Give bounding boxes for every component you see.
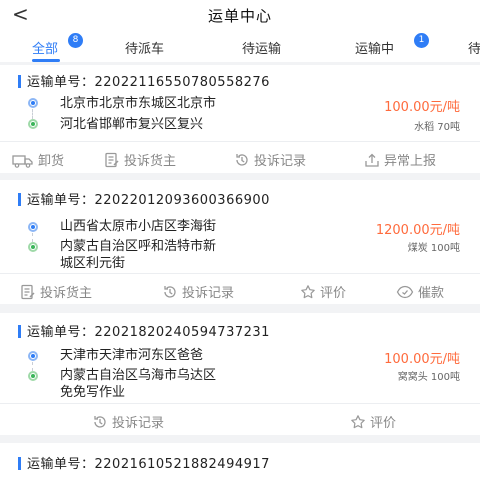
destination-dot-icon [28, 371, 38, 381]
tab-all-badge: 8 [68, 33, 83, 48]
rate-button[interactable]: 评价 [350, 412, 396, 431]
truck-icon [12, 155, 33, 168]
action-label: 卸货 [38, 154, 65, 169]
upload-icon [365, 153, 379, 167]
waybill-value: 2202201209360036690​0 [94, 193, 270, 208]
cargo-info: 煤炭 100吨 [407, 243, 460, 254]
route-line [32, 362, 33, 371]
complaint-history-button[interactable]: 投诉记录 [234, 150, 306, 169]
history-icon [164, 286, 176, 298]
rate-button[interactable]: 评价 [300, 282, 346, 301]
cargo-info: 水稻 70吨 [414, 122, 460, 133]
history-icon [94, 416, 106, 428]
complaint-icon [21, 284, 35, 300]
tab-in-transit[interactable]: 运输中 [355, 38, 394, 57]
action-label: 投诉货主 [40, 286, 93, 301]
origin-address: 北京市北京市东城区北京市 [60, 96, 217, 111]
order-card[interactable]: 运输单号：2202161052188249491​7 [0, 443, 480, 480]
destination-address-line-1: 内蒙古自治区呼和浩特市新 [60, 239, 217, 254]
destination-address-line-2: 免免写作业 [60, 385, 126, 400]
destination-address-line-2: 城区利元街 [60, 256, 126, 271]
waybill-label: 运输单号： [27, 75, 95, 90]
origin-address: 天津市天津市河东区爸爸 [60, 348, 204, 363]
origin-dot-icon [28, 222, 38, 232]
action-label: 评价 [320, 286, 347, 301]
order-card[interactable]: 运输单号：2202211655078055827​6 北京市北京市东城区北京市 … [0, 65, 480, 173]
rating-icon [301, 285, 315, 299]
divider [0, 403, 480, 404]
tab-pending-transport[interactable]: 待运输 [242, 38, 281, 57]
active-tab-indicator [32, 59, 60, 62]
complain-shipper-button[interactable]: 投诉货主 [20, 282, 92, 301]
tab-in-transit-badge: 1 [414, 33, 429, 48]
order-card[interactable]: 运输单号：2202201209360036690​0 山西省太原市小店区李海街 … [0, 180, 480, 304]
report-exception-button[interactable]: 异常上报 [364, 150, 436, 169]
waybill-number: 运输单号：2202211655078055827​6 [18, 71, 270, 90]
action-label: 评价 [370, 416, 397, 431]
action-label: 投诉记录 [182, 286, 235, 301]
rating-icon [351, 415, 365, 429]
destination-dot-icon [28, 242, 38, 252]
app-header: < 运单中心 [0, 0, 480, 30]
action-label: 投诉记录 [254, 154, 307, 169]
waybill-number: 运输单号：2202201209360036690​0 [18, 189, 270, 208]
complaint-icon [105, 152, 119, 168]
waybill-label: 运输单号： [27, 193, 95, 208]
route-line [32, 233, 33, 242]
complaint-history-button[interactable]: 投诉记录 [162, 282, 234, 301]
divider [0, 141, 480, 142]
origin-dot-icon [28, 98, 38, 108]
action-label: 投诉记录 [112, 416, 165, 431]
status-tabs: 全部 8 待派车 待运输 运输中 1 待 [0, 30, 480, 62]
waybill-number: 运输单号：2202161052188249491​7 [18, 453, 270, 472]
waybill-label: 运输单号： [27, 325, 95, 340]
divider [0, 273, 480, 274]
unload-button[interactable]: 卸货 [12, 150, 64, 169]
origin-address: 山西省太原市小店区李海街 [60, 219, 217, 234]
freight-price: 100.00元/吨 [384, 352, 460, 367]
order-card[interactable]: 运输单号：2202182024059473723​1 天津市天津市河东区爸爸 内… [0, 313, 480, 435]
tab-more[interactable]: 待 [468, 38, 480, 57]
waybill-value: 2202161052188249491​7 [94, 457, 270, 472]
payment-reminder-button[interactable]: 催款 [396, 282, 444, 301]
freight-price: 100.00元/吨 [384, 100, 460, 115]
action-label: 投诉货主 [124, 154, 177, 169]
history-icon [236, 154, 248, 166]
complain-shipper-button[interactable]: 投诉货主 [104, 150, 176, 169]
tab-all[interactable]: 全部 [32, 38, 58, 57]
route-line [32, 109, 33, 119]
waybill-value: 2202211655078055827​6 [94, 75, 270, 90]
action-label: 催款 [418, 286, 445, 301]
tab-pending-dispatch[interactable]: 待派车 [125, 38, 164, 57]
destination-dot-icon [28, 119, 38, 129]
origin-dot-icon [28, 351, 38, 361]
waybill-number: 运输单号：2202182024059473723​1 [18, 321, 270, 340]
freight-price: 1200.00元/吨 [375, 223, 460, 238]
destination-address: 河北省邯郸市复兴区复兴 [60, 117, 204, 132]
destination-address-line-1: 内蒙古自治区乌海市乌达区 [60, 368, 217, 383]
page-title: 运单中心 [207, 7, 272, 25]
waybill-label: 运输单号： [27, 457, 95, 472]
cargo-info: 窝窝头 100吨 [397, 372, 460, 383]
waybill-value: 2202182024059473723​1 [94, 325, 270, 340]
payment-reminder-icon [396, 285, 414, 299]
action-label: 异常上报 [384, 154, 437, 169]
complaint-history-button[interactable]: 投诉记录 [92, 412, 164, 431]
